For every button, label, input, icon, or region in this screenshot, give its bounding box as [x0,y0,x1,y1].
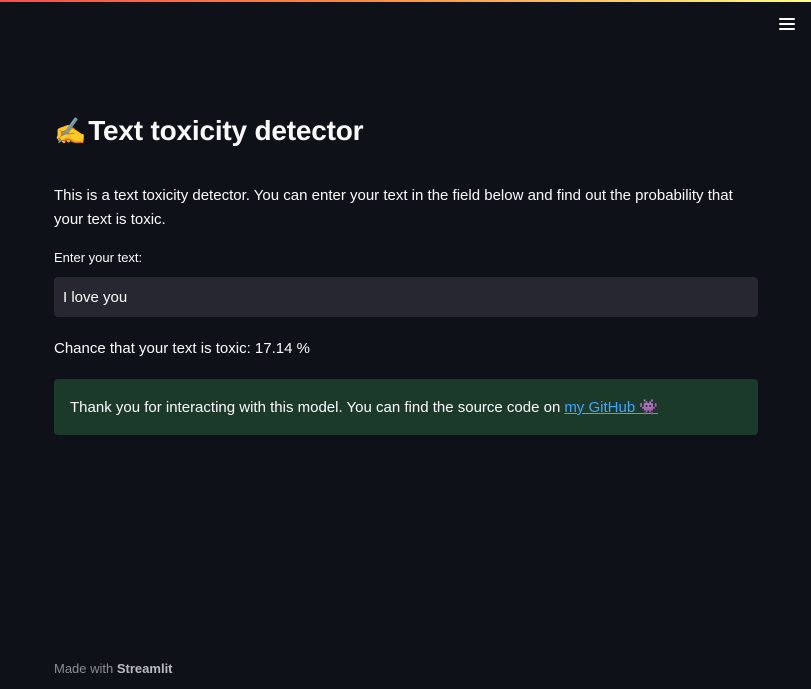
github-link[interactable]: my GitHub 👾 [564,398,658,416]
hamburger-icon-line [779,28,795,30]
main-content: ✍️ Text toxicity detector This is a text… [54,110,758,435]
main-menu-button[interactable] [777,14,797,34]
writing-hand-icon: ✍️ [54,115,87,146]
top-decoration-bar [0,0,811,2]
app-root: ✍️ Text toxicity detector This is a text… [0,0,811,689]
hamburger-icon-line [779,23,795,25]
streamlit-link[interactable]: Streamlit [117,661,173,676]
text-input[interactable] [54,277,758,317]
footer: Made with Streamlit [54,661,173,676]
success-message: Thank you for interacting with this mode… [54,379,758,435]
footer-made-with: Made with [54,661,114,676]
page-title: ✍️ Text toxicity detector [54,110,758,152]
success-message-text: Thank you for interacting with this mode… [70,398,561,416]
hamburger-icon [779,18,795,20]
text-input-label: Enter your text: [54,249,143,265]
description-text: This is a text toxicity detector. You ca… [54,187,733,228]
page-title-text: Text toxicity detector [88,115,364,146]
toxicity-result-text: Chance that your text is toxic: 17.14 % [54,339,310,357]
